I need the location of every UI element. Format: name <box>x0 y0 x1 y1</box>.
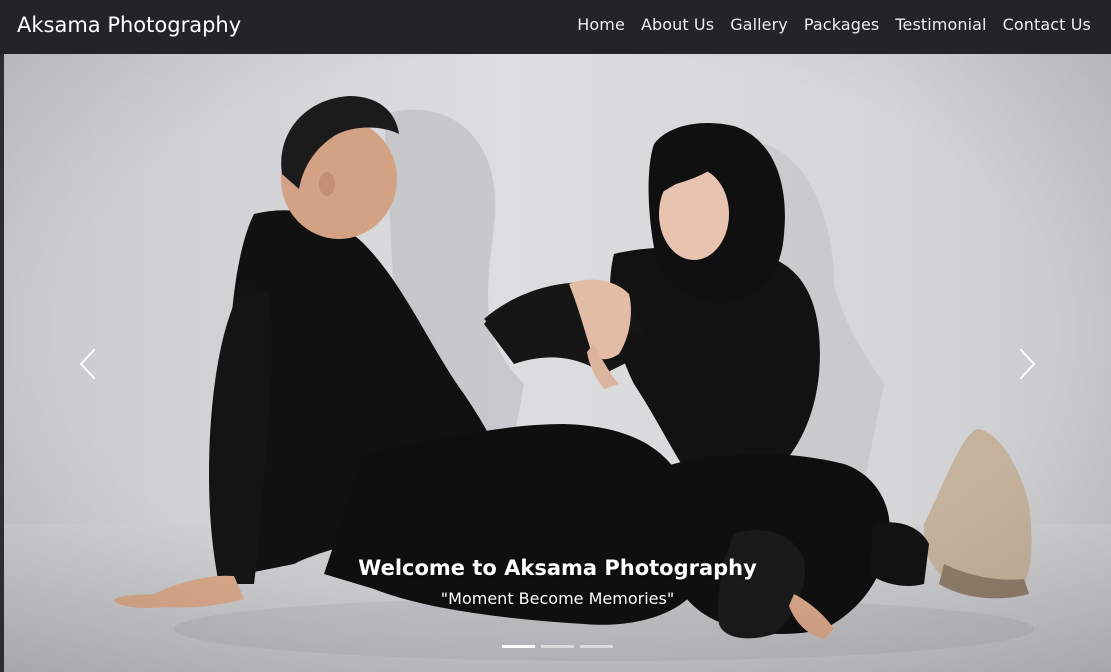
carousel-indicator-1[interactable] <box>502 645 535 648</box>
nav-menu: Home About Us Gallery Packages Testimoni… <box>569 14 1091 36</box>
carousel-prev-button[interactable] <box>58 324 118 404</box>
carousel-indicator-2[interactable] <box>541 645 574 648</box>
nav-link-about-us[interactable]: About Us <box>633 14 722 36</box>
carousel-caption: Welcome to Aksama Photography "Moment Be… <box>4 554 1111 610</box>
page: Aksama Photography Home About Us Gallery… <box>0 0 1111 672</box>
caption-text: "Moment Become Memories" <box>440 589 675 608</box>
nav-link-home[interactable]: Home <box>569 14 633 36</box>
carousel-next-button[interactable] <box>997 324 1057 404</box>
nav-link-gallery[interactable]: Gallery <box>722 14 796 36</box>
carousel-indicator-3[interactable] <box>580 645 613 648</box>
nav-link-packages[interactable]: Packages <box>796 14 887 36</box>
nav-link-contact-us[interactable]: Contact Us <box>995 14 1091 36</box>
hero-carousel: Welcome to Aksama Photography "Moment Be… <box>4 54 1111 672</box>
carousel-indicators <box>4 645 1111 648</box>
chevron-right-icon <box>1020 349 1035 379</box>
brand-link[interactable]: Aksama Photography <box>17 11 241 39</box>
chevron-left-icon <box>80 349 95 379</box>
nav-link-testimonial[interactable]: Testimonial <box>887 14 994 36</box>
navbar: Aksama Photography Home About Us Gallery… <box>0 0 1111 54</box>
caption-title: Welcome to Aksama Photography <box>358 556 757 580</box>
